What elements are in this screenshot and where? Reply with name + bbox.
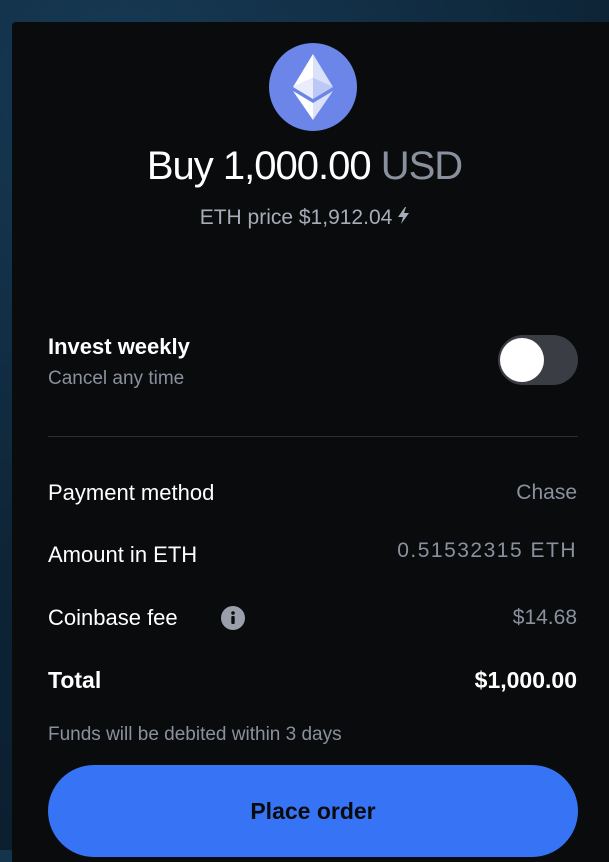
total-label: Total [48,667,102,693]
order-amount: 1,000.00 [222,144,372,188]
invest-weekly-toggle[interactable] [498,335,578,385]
toggle-knob [500,338,544,382]
order-preview-card: Buy 1,000.00 USD ETH price $1,912.04 Inv… [12,22,609,862]
amount-in-eth-value: 0.51532315 ETH [397,539,577,562]
payment-method-value[interactable]: Chase [516,481,577,505]
info-icon[interactable] [221,606,245,630]
lightning-bolt-icon [398,206,410,230]
section-divider [48,436,578,437]
amount-in-eth-label: Amount in ETH [48,542,198,567]
invest-weekly-subtitle: Cancel any time [48,368,185,389]
ethereum-icon [269,43,357,131]
place-order-button[interactable]: Place order [48,765,578,857]
total-value: $1,000.00 [474,667,577,693]
invest-weekly-title: Invest weekly [48,334,190,359]
funds-debit-note: Funds will be debited within 3 days [48,724,342,745]
eth-price-line: ETH price $1,912.04 [12,206,597,230]
eth-price-label: ETH price $1,912.04 [199,206,393,229]
payment-method-label: Payment method [48,480,215,505]
order-currency: USD [380,144,463,188]
order-action: Buy [146,144,214,188]
coinbase-fee-value: $14.68 [512,606,577,629]
order-headline: Buy 1,000.00 USD [12,144,597,189]
coinbase-fee-label: Coinbase fee [48,605,178,630]
